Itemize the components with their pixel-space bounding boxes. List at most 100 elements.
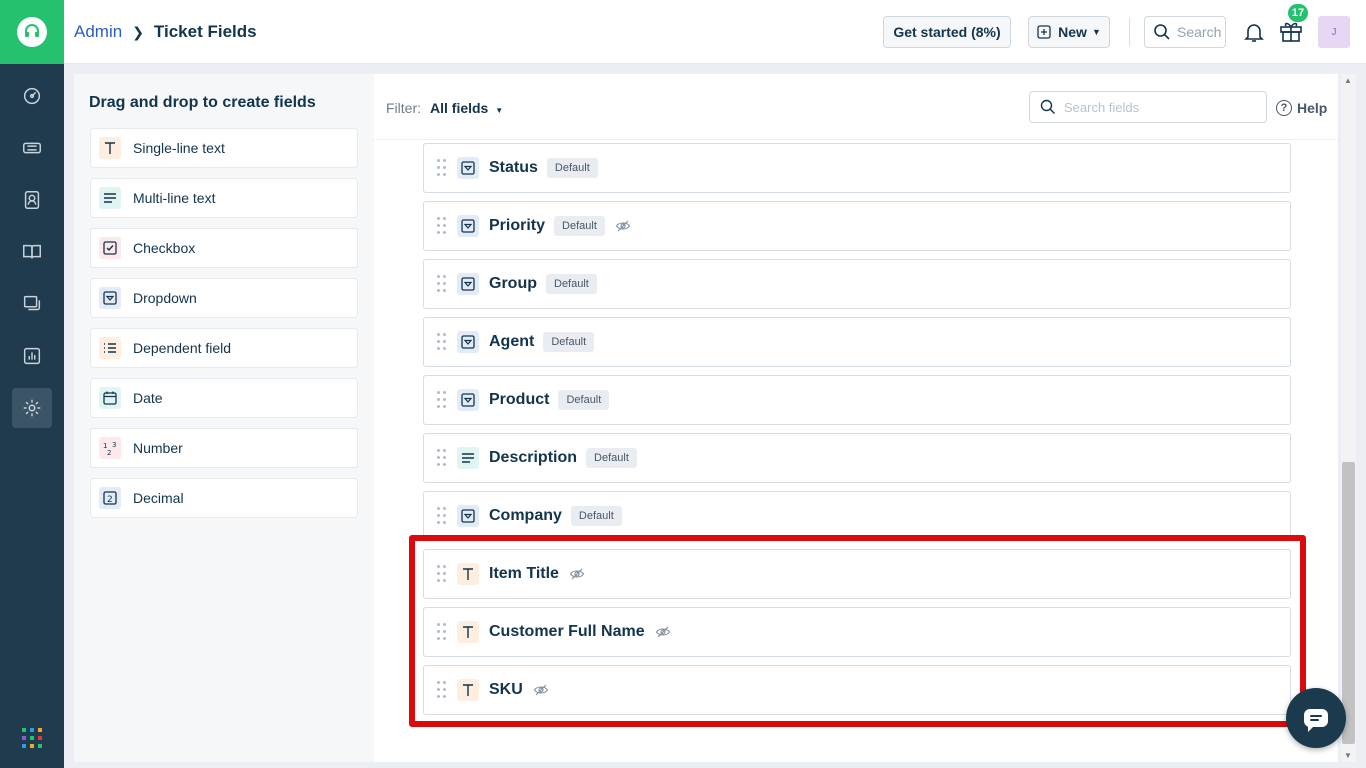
chevron-down-icon: ▼	[1091, 27, 1101, 37]
get-started-label: Get started (8%)	[893, 24, 1001, 40]
filter-dropdown[interactable]: All fields ▼	[430, 100, 503, 116]
nav-discussions-icon[interactable]	[12, 284, 52, 324]
get-started-button[interactable]: Get started (8%)	[883, 16, 1011, 48]
user-avatar[interactable]: J	[1318, 16, 1350, 48]
svg-text:2: 2	[107, 449, 111, 456]
nav-dashboard-icon[interactable]	[12, 76, 52, 116]
drag-handle-icon[interactable]	[437, 391, 446, 409]
palette-item-label: Checkbox	[133, 240, 196, 256]
drag-handle-icon[interactable]	[437, 449, 446, 467]
freshdesk-logo[interactable]	[0, 0, 64, 64]
scroll-down-arrow-icon[interactable]: ▼	[1344, 751, 1354, 760]
palette-item-single-line-text[interactable]: Single-line text	[90, 128, 358, 168]
field-name: Company	[489, 507, 562, 524]
search-fields-input[interactable]: Search fields	[1029, 91, 1267, 123]
field-row[interactable]: Description Default	[423, 433, 1291, 483]
field-name: Group	[489, 275, 537, 292]
default-tag: Default	[558, 390, 610, 410]
drag-handle-icon[interactable]	[437, 275, 446, 293]
field-name: Status	[489, 159, 538, 176]
svg-text:3: 3	[112, 441, 116, 449]
dropdown-icon	[457, 215, 479, 237]
text-t-icon	[99, 137, 121, 159]
palette-item-dropdown[interactable]: Dropdown	[90, 278, 358, 318]
dropdown-icon	[457, 505, 479, 527]
palette-item-label: Number	[133, 440, 183, 456]
paragraph-icon	[457, 447, 479, 469]
nav-reports-icon[interactable]	[12, 336, 52, 376]
field-row[interactable]: Priority Default	[423, 201, 1291, 251]
help-question-icon: ?	[1276, 100, 1292, 116]
help-button[interactable]: ? Help	[1276, 100, 1327, 116]
dropdown-icon	[457, 157, 479, 179]
default-tag: Default	[546, 274, 597, 294]
default-tag: Default	[543, 332, 595, 352]
drag-handle-icon[interactable]	[437, 217, 446, 235]
drag-handle-icon[interactable]	[437, 507, 446, 525]
nav-contacts-icon[interactable]	[12, 180, 52, 220]
page-title: Ticket Fields	[153, 22, 257, 41]
palette-item-dependent-field[interactable]: Dependent field	[90, 328, 358, 368]
chat-bubble-icon	[1304, 709, 1328, 732]
default-tag: Default	[586, 448, 637, 468]
field-name: Description	[489, 449, 578, 466]
palette-item-label: Dependent field	[133, 340, 232, 356]
palette-item-decimal[interactable]: 2 Decimal	[90, 478, 358, 518]
field-row[interactable]: Product Default	[423, 375, 1291, 425]
app-switcher-icon[interactable]	[22, 728, 42, 748]
scroll-up-arrow-icon[interactable]: ▲	[1344, 76, 1354, 85]
search-icon	[1154, 24, 1170, 40]
filter-bar: Filter: All fields ▼ Search fields ? Hel…	[374, 74, 1338, 140]
notification-bell-icon[interactable]	[1242, 20, 1266, 44]
default-tag: Default	[570, 506, 622, 526]
scrollbar-thumb[interactable]	[1342, 462, 1355, 744]
palette-item-multi-line-text[interactable]: Multi-line text	[90, 178, 358, 218]
field-name: Product	[489, 391, 550, 408]
plus-box-icon	[1037, 25, 1051, 39]
dropdown-icon	[457, 389, 479, 411]
calendar-icon	[99, 387, 121, 409]
new-button[interactable]: New ▼	[1028, 16, 1110, 48]
search-icon	[1040, 99, 1055, 114]
palette-item-label: Single-line text	[133, 140, 225, 156]
number-icon: 132	[99, 437, 121, 459]
dropdown-icon	[457, 331, 479, 353]
palette-title: Drag and drop to create fields	[89, 94, 316, 111]
palette-item-checkbox[interactable]: Checkbox	[90, 228, 358, 268]
nav-tickets-icon[interactable]	[12, 128, 52, 168]
palette-item-label: Dropdown	[133, 290, 197, 306]
dropdown-icon	[99, 287, 121, 309]
field-name: Agent	[489, 333, 535, 350]
nav-knowledge-base-icon[interactable]	[12, 232, 52, 272]
breadcrumb-admin-link[interactable]: Admin	[74, 22, 122, 42]
chevron-down-icon: ▼	[495, 106, 504, 115]
headset-icon	[17, 17, 47, 47]
field-row[interactable]: Agent Default	[423, 317, 1291, 367]
dropdown-icon	[457, 273, 479, 295]
breadcrumb: Admin ❯ Ticket Fields	[74, 22, 257, 42]
svg-text:2: 2	[107, 495, 113, 505]
drag-handle-icon[interactable]	[437, 333, 446, 351]
field-row[interactable]: Company Default	[423, 491, 1291, 541]
checkbox-icon	[99, 237, 121, 259]
chat-widget-button[interactable]	[1286, 688, 1346, 748]
field-row[interactable]: Status Default	[423, 143, 1291, 193]
search-label: Search	[1177, 24, 1222, 40]
field-palette-panel: Drag and drop to create fields Single-li…	[74, 74, 374, 762]
top-header: Admin ❯ Ticket Fields Get started (8%) N…	[64, 0, 1366, 64]
palette-item-number[interactable]: 1 3 2 Number	[90, 428, 358, 468]
nav-admin-gear-icon[interactable]	[12, 388, 52, 428]
field-row[interactable]: Group Default	[423, 259, 1291, 309]
filter-label: Filter:	[386, 100, 421, 116]
help-label: Help	[1297, 100, 1328, 116]
decimal-icon: 2	[99, 487, 121, 509]
filter-value: All fields	[430, 100, 489, 116]
left-nav	[0, 0, 64, 768]
default-tag: Default	[546, 158, 598, 178]
gift-count-badge: 17	[1288, 4, 1308, 22]
global-search-button[interactable]: Search	[1144, 16, 1226, 48]
palette-item-date[interactable]: Date	[90, 378, 358, 418]
eye-off-icon	[615, 218, 631, 234]
list-icon	[99, 337, 121, 359]
drag-handle-icon[interactable]	[437, 159, 446, 177]
